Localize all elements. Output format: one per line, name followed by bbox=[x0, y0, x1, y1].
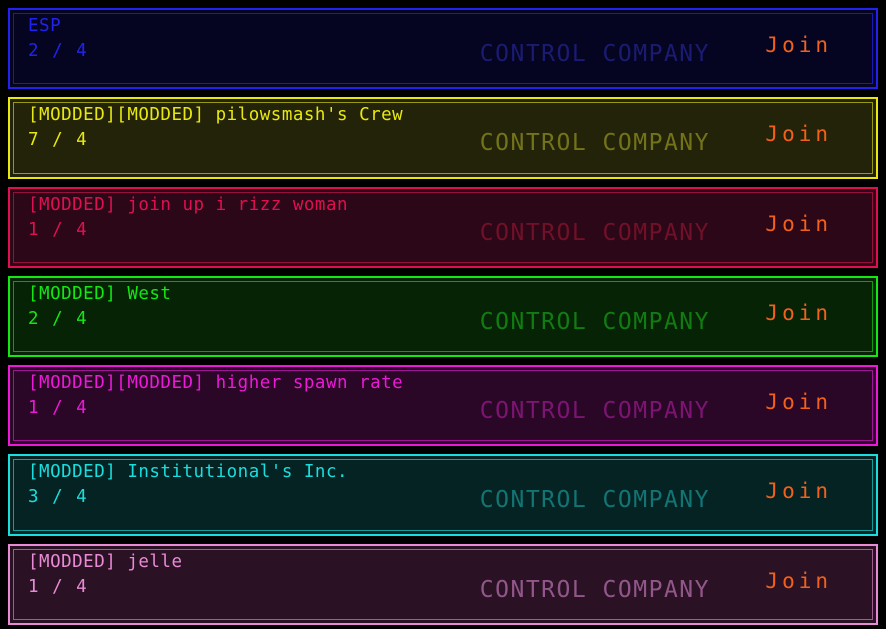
control-company-watermark: CONTROL COMPANY bbox=[479, 487, 710, 514]
control-company-watermark: CONTROL COMPANY bbox=[479, 398, 710, 425]
lobby-title: ESP bbox=[28, 16, 62, 36]
lobby-list: ESP 2 / 4 CONTROL COMPANY Join [MODDED][MODD… bbox=[0, 0, 886, 629]
lobby-row-content: [MODDED][MODDED] higher spawn rate 1 / 4 C… bbox=[10, 367, 876, 444]
lobby-row[interactable]: [MODDED] jelle 1 / 4 CONTROL COMPANY Join bbox=[8, 543, 878, 625]
join-button[interactable]: Join bbox=[761, 478, 836, 505]
join-button[interactable]: Join bbox=[761, 32, 836, 59]
join-button[interactable]: Join bbox=[761, 389, 836, 416]
lobby-title: [MODDED][MODDED] pilowsmash's Crew bbox=[28, 105, 404, 126]
lobby-title: [MODDED] Institutional's Inc. bbox=[28, 462, 349, 483]
lobby-player-count: 2 / 4 bbox=[28, 41, 89, 61]
control-company-watermark: CONTROL COMPANY bbox=[479, 41, 710, 67]
lobby-title: [MODDED][MODDED] higher spawn rate bbox=[28, 373, 404, 394]
lobby-title: [MODDED] join up i rizz woman bbox=[28, 194, 349, 215]
control-company-watermark: CONTROL COMPANY bbox=[479, 576, 710, 603]
lobby-row-content: [MODDED][MODDED] pilowsmash's Crew 7 / 4 C… bbox=[10, 99, 876, 176]
lobby-player-count: 1 / 4 bbox=[28, 219, 89, 240]
lobby-row-content: [MODDED] jelle 1 / 4 CONTROL COMPANY Join bbox=[10, 546, 876, 623]
join-button[interactable]: Join bbox=[761, 300, 836, 327]
control-company-watermark: CONTROL COMPANY bbox=[479, 308, 710, 335]
lobby-player-count: 2 / 4 bbox=[28, 308, 89, 329]
lobby-player-count: 1 / 4 bbox=[28, 576, 89, 597]
lobby-row-content: [MODDED] Institutional's Inc. 3 / 4 CONTRO… bbox=[10, 456, 876, 533]
join-button[interactable]: Join bbox=[761, 568, 836, 595]
lobby-player-count: 7 / 4 bbox=[28, 130, 89, 151]
lobby-row-content: [MODDED] West 2 / 4 CONTROL COMPANY Join bbox=[10, 278, 876, 355]
lobby-player-count: 3 / 4 bbox=[28, 487, 89, 508]
lobby-row[interactable]: [MODDED] join up i rizz woman 1 / 4 CONTRO… bbox=[8, 186, 878, 268]
lobby-row[interactable]: [MODDED] West 2 / 4 CONTROL COMPANY Join bbox=[8, 275, 878, 358]
lobby-title: [MODDED] jelle bbox=[28, 551, 183, 572]
lobby-row[interactable]: ESP 2 / 4 CONTROL COMPANY Join bbox=[8, 8, 878, 90]
control-company-watermark: CONTROL COMPANY bbox=[479, 219, 710, 246]
lobby-row[interactable]: [MODDED] Institutional's Inc. 3 / 4 CONTRO… bbox=[8, 454, 878, 536]
control-company-watermark: CONTROL COMPANY bbox=[479, 130, 710, 157]
lobby-row-content: ESP 2 / 4 CONTROL COMPANY Join bbox=[10, 10, 876, 87]
join-button[interactable]: Join bbox=[761, 121, 836, 148]
lobby-player-count: 1 / 4 bbox=[28, 398, 89, 419]
lobby-title: [MODDED] West bbox=[28, 283, 172, 304]
join-button[interactable]: Join bbox=[761, 211, 836, 238]
lobby-row[interactable]: [MODDED][MODDED] higher spawn rate 1 / 4 C… bbox=[8, 365, 878, 447]
lobby-row-content: [MODDED] join up i rizz woman 1 / 4 CONTRO… bbox=[10, 189, 876, 266]
lobby-row[interactable]: [MODDED][MODDED] pilowsmash's Crew 7 / 4 C… bbox=[8, 97, 878, 179]
